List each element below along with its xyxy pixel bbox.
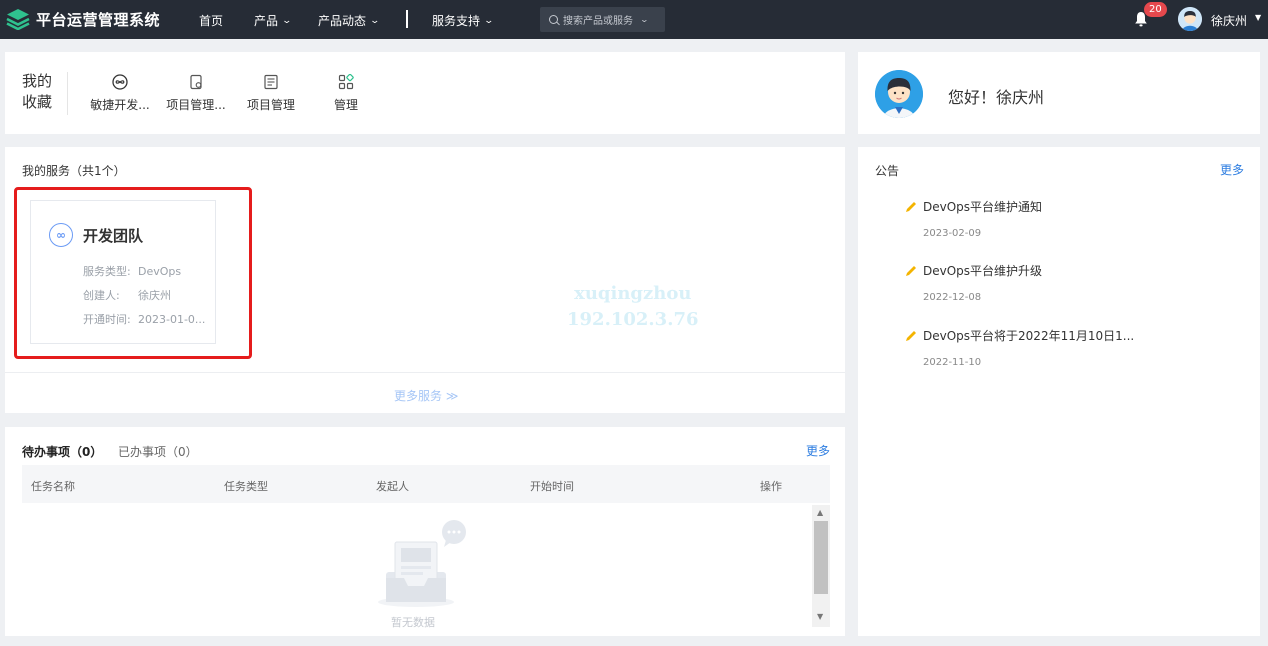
scroll-down-arrow-icon[interactable]: ▼ [817,612,823,621]
favorite-item[interactable]: 项目管理 [231,74,311,113]
favorite-label: 项目管理... [166,98,226,112]
user-avatar[interactable] [1178,7,1202,31]
vertical-scrollbar[interactable]: ▲ ▼ [812,505,830,627]
nav-home[interactable]: 首页 [199,12,223,29]
infinity-icon [112,74,128,90]
app-logo[interactable]: 平台运营管理系统 [6,8,160,30]
chevron-down-icon: ⌄ [281,15,293,26]
favorite-item[interactable]: 管理 [306,74,386,113]
user-name[interactable]: 徐庆州 [1211,12,1247,29]
todo-more-link[interactable]: 更多 [806,442,830,459]
scroll-up-arrow-icon[interactable]: ▲ [817,508,823,517]
empty-inbox-icon [378,520,466,607]
favorite-item[interactable]: 敏捷开发... [80,74,160,113]
favorite-label: 敏捷开发... [90,98,150,112]
nav-product-news[interactable]: 产品动态 ⌄ [318,12,381,29]
nav-products[interactable]: 产品 ⌄ [254,12,293,29]
notice-item[interactable]: DevOps平台维护通知 2023-02-09 [905,198,1042,239]
chevron-down-icon: ⌄ [369,15,381,26]
column-header: 操作 [760,480,782,493]
app-title: 平台运营管理系统 [36,10,161,29]
notice-title: DevOps平台将于2022年11月10日1... [923,329,1135,343]
watermark: xuqingzhou 192.102.3.76 [567,281,699,333]
notice-title-row: DevOps平台将于2022年11月10日1... [905,327,1134,344]
nav-divider [406,10,408,28]
nav-home-label: 首页 [199,14,224,28]
nav-products-label: 产品 [254,14,279,28]
pencil-icon [906,330,916,341]
layers-logo-icon [6,9,30,30]
greeting-text: 您好！徐庆州 [948,88,1045,107]
app-grid-icon [338,74,354,90]
column-header: 发起人 [376,480,409,493]
user-avatar-large [875,70,923,118]
list-doc-icon [264,74,278,90]
more-services-button[interactable]: 更多服务 ≫ [394,387,458,404]
tab-done[interactable]: 已办事项（0） [118,443,198,460]
watermark-user: xuqingzhou [574,283,692,304]
search-placeholder: 搜索产品或服务 [563,16,633,27]
notification-count-badge: 20 [1144,2,1167,17]
watermark-ip: 192.102.3.76 [567,309,699,330]
favorite-item[interactable]: 项目管理... [156,74,236,113]
tab-pending[interactable]: 待办事项（0） [22,443,102,460]
notice-title: DevOps平台维护升级 [923,264,1043,278]
search-input[interactable]: 搜索产品或服务 ⌄ [540,7,665,32]
notices-more-link[interactable]: 更多 [1220,161,1244,178]
column-header: 任务名称 [31,480,75,493]
person-avatar-icon [875,70,923,118]
annotation-highlight-box [14,187,252,359]
divider [5,372,845,373]
nav-product-news-label: 产品动态 [318,14,367,28]
favorites-divider [67,72,68,115]
scrollbar-thumb[interactable] [814,521,828,594]
notice-date: 2022-12-08 [923,292,982,303]
notice-title-row: DevOps平台维护通知 [905,198,1042,215]
search-icon [549,15,558,24]
project-settings-icon [190,74,202,90]
services-header: 我的服务（共1个） [22,164,126,178]
notice-item[interactable]: DevOps平台维护升级 2022-12-08 [905,262,1042,303]
notice-date: 2022-11-10 [923,357,982,368]
chevron-down-icon: ⌄ [483,15,495,26]
caret-down-icon[interactable]: ▼ [1255,13,1261,22]
person-avatar-icon [1178,7,1202,31]
favorites-title: 我的收藏 [22,72,53,111]
chevron-down-icon: ⌄ [639,15,650,24]
column-header: 任务类型 [224,480,268,493]
notice-title: DevOps平台维护通知 [923,200,1043,214]
notices-header: 公告 [875,164,900,178]
column-header: 开始时间 [530,480,574,493]
top-navbar: 平台运营管理系统 首页 产品 ⌄ 产品动态 ⌄ 服务支持 ⌄ 搜索产品或服务 ⌄… [0,0,1268,39]
favorite-label: 项目管理 [246,98,295,112]
pencil-icon [906,201,916,212]
table-header: 任务名称 任务类型 发起人 开始时间 操作 [22,465,830,503]
empty-state-text: 暂无数据 [391,616,435,629]
notice-title-row: DevOps平台维护升级 [905,262,1042,279]
notice-item[interactable]: DevOps平台将于2022年11月10日1... 2022-11-10 [905,327,1134,368]
favorite-label: 管理 [333,98,358,112]
nav-service-support[interactable]: 服务支持 ⌄ [432,12,495,29]
nav-service-support-label: 服务支持 [432,14,481,28]
notice-date: 2023-02-09 [923,228,982,239]
pencil-icon [906,265,916,276]
